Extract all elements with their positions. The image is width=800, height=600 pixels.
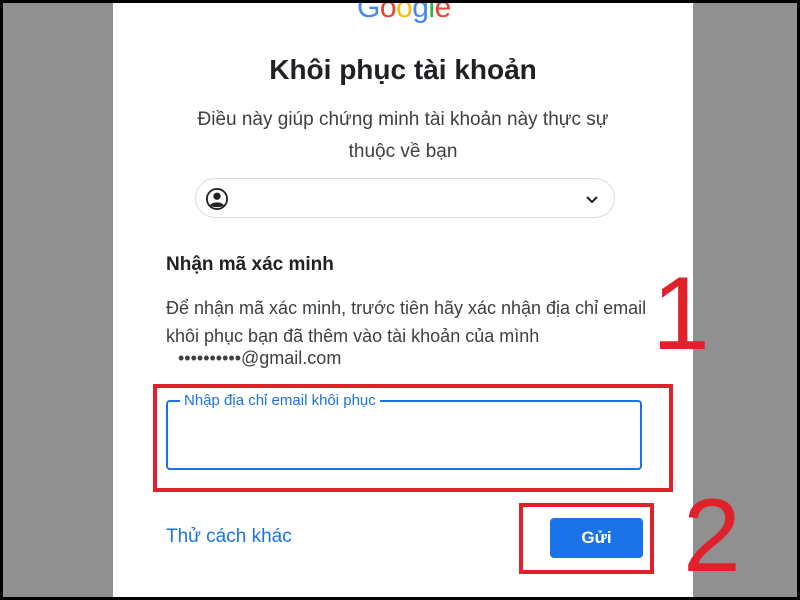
masked-recovery-email: ••••••••••@gmail.com [178,348,342,368]
page-subtitle: Điều này giúp chứng minh tài khoản này t… [197,109,609,162]
logo-letter: e [434,0,452,24]
logo-letter: g [412,0,429,24]
logo-letter: o [396,0,413,24]
verification-description: Để nhận mã xác minh, trước tiên hãy xác … [166,298,647,346]
try-another-way-link[interactable]: Thử cách khác [166,526,292,548]
section-heading: Nhận mã xác minh [166,254,334,275]
highlight-box-input [153,384,673,492]
logo-letter: G [357,0,380,24]
chevron-down-icon[interactable] [584,191,600,207]
page-title: Khôi phục tài khoản [269,54,537,85]
step-number-2: 2 [683,478,741,594]
logo-letter: o [379,0,397,24]
step-number-1: 1 [652,256,710,372]
account-circle-icon [206,188,228,210]
highlight-box-send [519,503,654,574]
google-logo: Google [357,0,451,25]
account-selector[interactable] [195,178,615,218]
